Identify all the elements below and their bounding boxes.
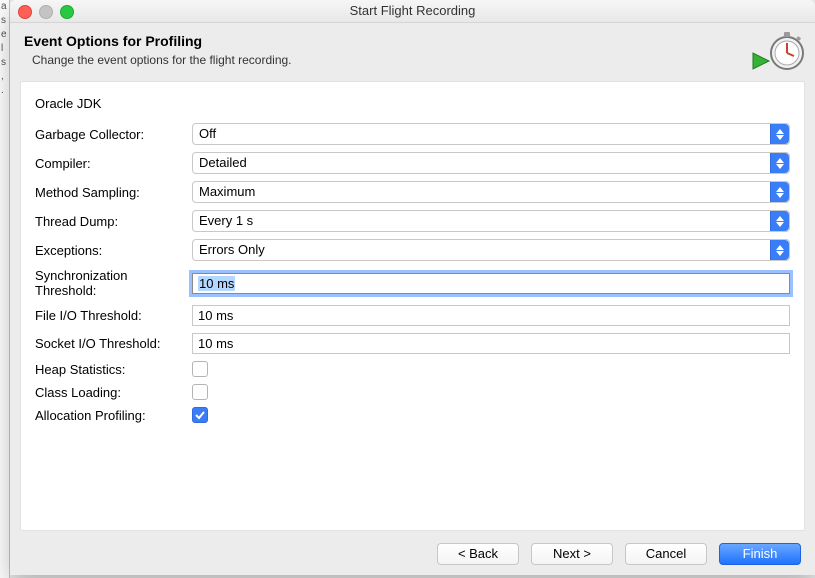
class-loading-label: Class Loading:	[35, 385, 192, 400]
thread-dump-label: Thread Dump:	[35, 214, 192, 229]
titlebar: Start Flight Recording	[10, 0, 815, 23]
exceptions-select-value: Errors Only	[199, 242, 265, 257]
allocation-profiling-checkbox[interactable]	[192, 407, 208, 423]
allocation-profiling-label: Allocation Profiling:	[35, 408, 192, 423]
section-title: Oracle JDK	[35, 96, 790, 111]
gc-select-value: Off	[199, 126, 216, 141]
thread-dump-select-value: Every 1 s	[199, 213, 253, 228]
method-sampling-select-value: Maximum	[199, 184, 255, 199]
page-subtitle: Change the event options for the flight …	[32, 53, 801, 67]
method-sampling-select[interactable]: Maximum	[192, 181, 790, 203]
close-window-button[interactable]	[18, 5, 32, 19]
next-button[interactable]: Next >	[531, 543, 613, 565]
gc-select[interactable]: Off	[192, 123, 790, 145]
compiler-select[interactable]: Detailed	[192, 152, 790, 174]
gc-label: Garbage Collector:	[35, 127, 192, 142]
dropdown-arrows-icon	[770, 182, 789, 202]
flight-recorder-icon	[747, 27, 805, 78]
minimize-window-button[interactable]	[39, 5, 53, 19]
heap-stats-label: Heap Statistics:	[35, 362, 192, 377]
dropdown-arrows-icon	[770, 211, 789, 231]
dropdown-arrows-icon	[770, 124, 789, 144]
class-loading-checkbox[interactable]	[192, 384, 208, 400]
zoom-window-button[interactable]	[60, 5, 74, 19]
back-button[interactable]: < Back	[437, 543, 519, 565]
sync-threshold-label: Synchronization Threshold:	[35, 268, 192, 298]
socket-io-threshold-label: Socket I/O Threshold:	[35, 336, 192, 351]
dropdown-arrows-icon	[770, 153, 789, 173]
dialog-header: Event Options for Profiling Change the e…	[10, 23, 815, 77]
page-title: Event Options for Profiling	[24, 33, 801, 49]
cancel-button[interactable]: Cancel	[625, 543, 707, 565]
compiler-label: Compiler:	[35, 156, 192, 171]
socket-io-threshold-input[interactable]	[192, 333, 790, 354]
dialog-window: Start Flight Recording Event Options for…	[10, 0, 815, 575]
exceptions-select[interactable]: Errors Only	[192, 239, 790, 261]
window-controls	[18, 5, 74, 19]
compiler-select-value: Detailed	[199, 155, 247, 170]
dropdown-arrows-icon	[770, 240, 789, 260]
checkmark-icon	[195, 410, 205, 420]
finish-button[interactable]: Finish	[719, 543, 801, 565]
file-io-threshold-input[interactable]	[192, 305, 790, 326]
sync-threshold-value: 10 ms	[198, 276, 235, 291]
options-panel: Oracle JDK Garbage Collector: Off Compil…	[20, 81, 805, 531]
exceptions-label: Exceptions:	[35, 243, 192, 258]
thread-dump-select[interactable]: Every 1 s	[192, 210, 790, 232]
wizard-button-bar: < Back Next > Cancel Finish	[437, 543, 801, 565]
background-window-edge: asels,.	[0, 0, 10, 578]
sync-threshold-input[interactable]: 10 ms	[192, 273, 790, 294]
method-sampling-label: Method Sampling:	[35, 185, 192, 200]
window-title: Start Flight Recording	[350, 3, 476, 18]
file-io-threshold-label: File I/O Threshold:	[35, 308, 192, 323]
heap-stats-checkbox[interactable]	[192, 361, 208, 377]
